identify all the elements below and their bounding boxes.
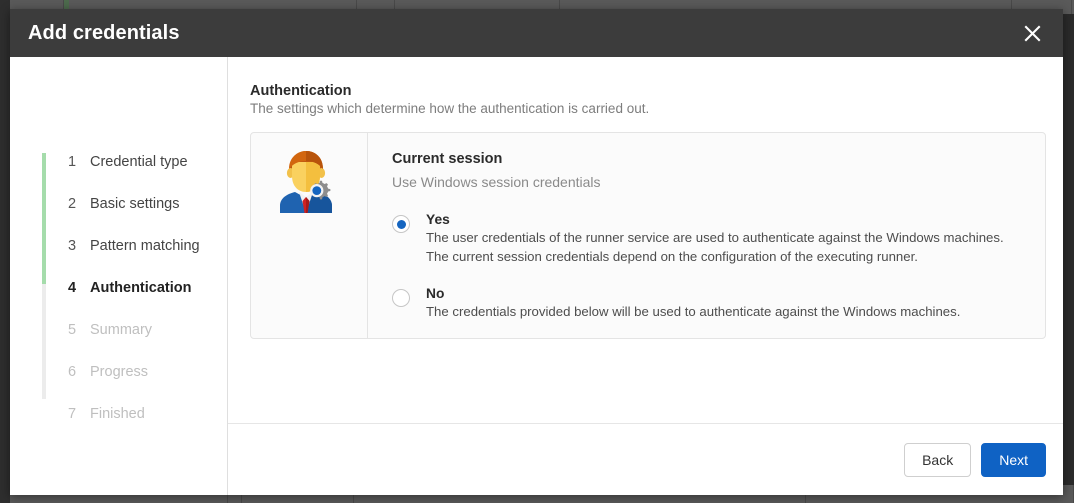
radio-yes-texts: Yes The user credentials of the runner s… bbox=[426, 212, 1004, 266]
wizard-steps-list: 1 Credential type 2 Basic settings 3 Pat… bbox=[10, 141, 227, 435]
radio-yes-desc-line1: The user credentials of the runner servi… bbox=[426, 229, 1004, 248]
dialog-header: Add credentials bbox=[10, 9, 1063, 57]
sidebar-step-credential-type[interactable]: 1 Credential type bbox=[10, 141, 227, 183]
radio-no-label: No bbox=[426, 286, 960, 301]
close-icon[interactable] bbox=[1015, 16, 1049, 50]
step-number: 7 bbox=[68, 406, 84, 422]
step-number: 4 bbox=[68, 280, 84, 296]
radio-yes-label: Yes bbox=[426, 212, 1004, 227]
radio-no-desc-line1: The credentials provided below will be u… bbox=[426, 303, 960, 322]
step-label: Progress bbox=[90, 364, 148, 380]
page-subtitle: The settings which determine how the aut… bbox=[250, 101, 1046, 116]
radio-yes-indicator[interactable] bbox=[392, 215, 410, 233]
step-number: 5 bbox=[68, 322, 84, 338]
current-session-card: Current session Use Windows session cred… bbox=[250, 132, 1046, 339]
radio-yes-desc-line2: The current session credentials depend o… bbox=[426, 248, 1004, 267]
user-settings-glyph bbox=[275, 148, 343, 214]
radio-no-indicator[interactable] bbox=[392, 289, 410, 307]
sidebar-step-progress: 6 Progress bbox=[10, 351, 227, 393]
card-subtitle: Use Windows session credentials bbox=[392, 174, 1025, 190]
radio-no-texts: No The credentials provided below will b… bbox=[426, 286, 960, 322]
step-label: Summary bbox=[90, 322, 152, 338]
sidebar-step-summary: 5 Summary bbox=[10, 309, 227, 351]
current-session-main: Current session Use Windows session cred… bbox=[368, 133, 1045, 338]
step-label: Basic settings bbox=[90, 196, 179, 212]
background-left-edge bbox=[0, 0, 10, 503]
next-button[interactable]: Next bbox=[981, 443, 1046, 477]
radio-option-no[interactable]: No The credentials provided below will b… bbox=[392, 286, 1025, 322]
dialog-title: Add credentials bbox=[28, 22, 180, 45]
wizard-steps-pane: 1 Credential type 2 Basic settings 3 Pat… bbox=[10, 57, 228, 495]
sidebar-step-authentication[interactable]: 4 Authentication bbox=[10, 267, 227, 309]
user-settings-icon bbox=[251, 133, 368, 338]
add-credentials-dialog: Add credentials 1 Credential type 2 Basi… bbox=[10, 9, 1063, 495]
sidebar-step-pattern-matching[interactable]: 3 Pattern matching bbox=[10, 225, 227, 267]
step-label: Authentication bbox=[90, 280, 192, 296]
step-number: 2 bbox=[68, 196, 84, 212]
card-title: Current session bbox=[392, 151, 1025, 167]
step-number: 6 bbox=[68, 364, 84, 380]
step-label: Credential type bbox=[90, 154, 188, 170]
sidebar-step-basic-settings[interactable]: 2 Basic settings bbox=[10, 183, 227, 225]
step-label: Finished bbox=[90, 406, 145, 422]
wizard-content-pane: Authentication The settings which determ… bbox=[228, 57, 1063, 495]
back-button[interactable]: Back bbox=[904, 443, 971, 477]
page-title: Authentication bbox=[250, 83, 1046, 99]
sidebar-step-finished: 7 Finished bbox=[10, 393, 227, 435]
step-number: 1 bbox=[68, 154, 84, 170]
step-label: Pattern matching bbox=[90, 238, 200, 254]
dialog-footer: Back Next bbox=[228, 423, 1063, 495]
content-scroll-area: Authentication The settings which determ… bbox=[228, 57, 1063, 423]
dialog-body: 1 Credential type 2 Basic settings 3 Pat… bbox=[10, 57, 1063, 495]
step-number: 3 bbox=[68, 238, 84, 254]
close-glyph bbox=[1024, 25, 1041, 42]
radio-option-yes[interactable]: Yes The user credentials of the runner s… bbox=[392, 212, 1025, 266]
